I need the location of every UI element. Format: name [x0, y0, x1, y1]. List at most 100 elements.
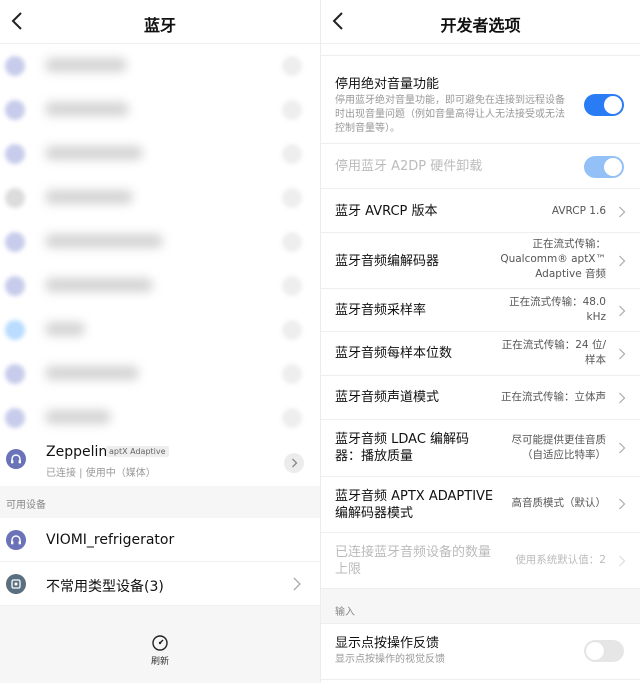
title-line: 蓝牙音频 LDAC 编解码: [335, 432, 470, 447]
blurred-device-row[interactable]: [0, 220, 320, 264]
blurred-device-name: [45, 278, 153, 292]
blurred-device-row[interactable]: [0, 88, 320, 132]
blurred-chevron-icon: [282, 144, 302, 164]
paired-devices-list: Zeppelin aptX Adaptive 已连接 | 使用中（媒体）: [0, 44, 320, 486]
setting-value: 使用系统默认值：2: [515, 554, 606, 566]
blurred-device-icon: [5, 408, 25, 428]
value-line: 尽可能提供更佳音质: [511, 434, 607, 446]
chevron-right-icon: [619, 206, 626, 218]
value-line: kHz: [586, 311, 607, 323]
device-row-viomi[interactable]: VIOMI_refrigerator: [0, 518, 320, 562]
blurred-device-name: [45, 102, 129, 116]
setting-a2dp-offload: 停用蓝牙 A2DP 硬件卸载: [321, 144, 640, 189]
blurred-device-row[interactable]: [0, 352, 320, 396]
value-line: （自适应比特率）: [522, 449, 606, 461]
blurred-device-name: [45, 58, 127, 72]
blurred-chevron-icon: [282, 188, 302, 208]
setting-title: 蓝牙音频采样率: [335, 303, 427, 318]
title-line: 器：播放质量: [335, 449, 414, 464]
headset-icon: [6, 530, 26, 550]
device-row-zeppelin[interactable]: Zeppelin aptX Adaptive 已连接 | 使用中（媒体）: [0, 440, 320, 486]
codec-badge: aptX Adaptive: [106, 446, 169, 457]
blurred-device-icon: [5, 144, 25, 164]
setting-avrcp[interactable]: 蓝牙 AVRCP 版本 AVRCP 1.6: [321, 189, 640, 233]
title-line: 蓝牙音频 APTX ADAPTIVE: [335, 489, 494, 504]
blurred-chevron-icon: [282, 232, 302, 252]
blurred-device-icon: [5, 232, 25, 252]
setting-title: 蓝牙音频声道模式: [335, 390, 440, 405]
blurred-device-row[interactable]: [0, 264, 320, 308]
blurred-device-row[interactable]: [0, 396, 320, 440]
device-details-button[interactable]: [284, 453, 304, 473]
title-line: 编解码器模式: [335, 506, 414, 521]
clipped-row: [321, 44, 640, 56]
setting-abs-volume[interactable]: 停用绝对音量功能 停用蓝牙绝对音量功能，即可避免在连接到远程设备时出现音量问题（…: [321, 56, 640, 144]
device-name: Zeppelin: [46, 444, 108, 460]
toggle-knob: [586, 642, 604, 660]
blurred-device-icon: [5, 100, 25, 120]
value-line: 正在流式传输：: [532, 238, 607, 250]
device-name: 不常用类型设备(3): [46, 579, 164, 595]
blurred-device-row[interactable]: [0, 132, 320, 176]
input-section-header: 输入: [321, 589, 640, 624]
setting-value: 尽可能提供更佳音质 （自适应比特率）: [512, 433, 607, 463]
refresh-button[interactable]: 刷新: [0, 634, 320, 667]
chevron-right-icon: [619, 305, 626, 317]
setting-value: 正在流式传输：立体声: [501, 391, 606, 403]
blurred-device-icon: [5, 56, 25, 76]
setting-channel-mode[interactable]: 蓝牙音频声道模式 正在流式传输：立体声: [321, 376, 640, 420]
value-line: 正在流式传输：24 位/: [501, 339, 606, 351]
setting-codec[interactable]: 蓝牙音频编解码器 正在流式传输： Qualcomm® aptX™ Adaptive …: [321, 233, 640, 289]
setting-title: 蓝牙音频 LDAC 编解码 器：播放质量: [335, 431, 469, 465]
setting-title: 蓝牙 AVRCP 版本: [335, 204, 438, 219]
value-line: Qualcomm® aptX™: [500, 253, 606, 265]
setting-sample-rate[interactable]: 蓝牙音频采样率 正在流式传输：48.0 kHz: [321, 289, 640, 332]
misc-device-icon: [6, 574, 26, 594]
setting-title: 蓝牙音频编解码器: [335, 254, 440, 269]
blurred-device-row[interactable]: [0, 176, 320, 220]
setting-title: 显示点按操作反馈: [335, 636, 440, 651]
blurred-device-icon: [5, 188, 25, 208]
device-name: VIOMI_refrigerator: [46, 532, 175, 548]
blurred-device-row[interactable]: [0, 44, 320, 88]
page-title: 开发者选项: [440, 16, 521, 35]
show-taps-toggle[interactable]: [584, 640, 624, 662]
setting-title: 蓝牙音频每样本位数: [335, 346, 453, 361]
blurred-device-row[interactable]: [0, 308, 320, 352]
abs-volume-toggle[interactable]: [584, 94, 624, 116]
available-devices-label: 可用设备: [0, 486, 320, 518]
title-line: 已连接蓝牙音频设备的数量: [335, 545, 492, 560]
setting-title: 已连接蓝牙音频设备的数量 上限: [335, 544, 491, 578]
setting-value: AVRCP 1.6: [551, 205, 606, 217]
blurred-device-name: [45, 190, 133, 204]
blurred-device-icon: [5, 320, 25, 340]
chevron-right-icon: [619, 498, 626, 510]
blurred-chevron-icon: [282, 276, 302, 296]
blurred-chevron-icon: [282, 320, 302, 340]
blurred-device-name: [45, 146, 143, 160]
blurred-chevron-icon: [282, 56, 302, 76]
blurred-device-name: [45, 322, 85, 336]
headset-icon: [6, 449, 26, 469]
setting-aptx-adaptive[interactable]: 蓝牙音频 APTX ADAPTIVE 编解码器模式 高音质模式（默认）: [321, 477, 640, 533]
chevron-right-icon: [293, 577, 301, 591]
blurred-device-name: [45, 410, 111, 424]
setting-ldac[interactable]: 蓝牙音频 LDAC 编解码 器：播放质量 尽可能提供更佳音质 （自适应比特率）: [321, 420, 640, 477]
toggle-knob: [604, 158, 622, 176]
setting-max-devices: 已连接蓝牙音频设备的数量 上限 使用系统默认值：2: [321, 533, 640, 589]
developer-options-header: 开发者选项: [321, 0, 640, 44]
page-title: 蓝牙: [143, 16, 176, 35]
a2dp-offload-toggle: [584, 156, 624, 178]
device-status: 已连接 | 使用中（媒体）: [46, 468, 156, 479]
setting-description: 停用蓝牙绝对音量功能，即可避免在连接到远程设备时出现音量问题（例如音量高得让人无…: [335, 95, 565, 134]
value-line: Adaptive 音频: [535, 268, 606, 280]
setting-show-taps[interactable]: 显示点按操作反馈 显示点按操作的视觉反馈: [321, 624, 640, 680]
section-label: 输入: [335, 607, 355, 618]
title-line: 上限: [335, 562, 362, 577]
device-row-misc[interactable]: 不常用类型设备(3): [0, 562, 320, 606]
setting-bits-per-sample[interactable]: 蓝牙音频每样本位数 正在流式传输：24 位/样本: [321, 332, 640, 376]
chevron-right-icon: [619, 442, 626, 454]
value-line: 样本: [585, 354, 606, 366]
chevron-right-icon: [619, 348, 626, 360]
blurred-chevron-icon: [282, 100, 302, 120]
